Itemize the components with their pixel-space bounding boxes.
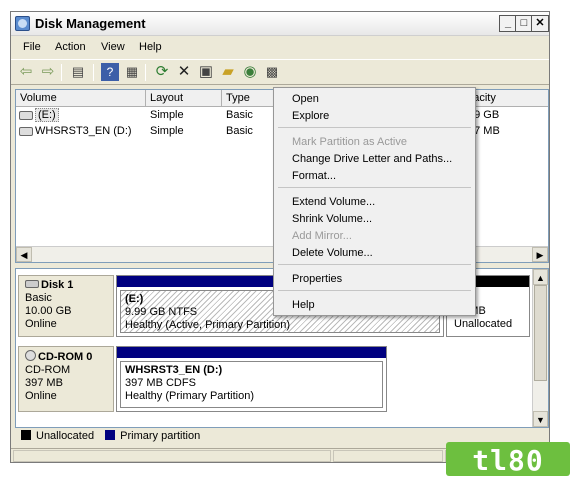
- menu-action[interactable]: Action: [55, 41, 86, 53]
- title-bar[interactable]: Disk Management _ □ ✕: [11, 12, 549, 36]
- partition-d[interactable]: WHSRST3_EN (D:) 397 MB CDFS Healthy (Pri…: [116, 346, 387, 412]
- vertical-scrollbar[interactable]: ▲ ▼: [532, 269, 548, 427]
- menu-help[interactable]: Help: [139, 41, 162, 53]
- partition-size-fs: 397 MB CDFS: [125, 377, 196, 389]
- partition-health: Healthy (Active, Primary Partition): [125, 319, 291, 331]
- open-icon[interactable]: ▰: [219, 63, 237, 81]
- show-hide-tree-icon[interactable]: ▤: [69, 63, 87, 81]
- disk-status: Online: [25, 318, 57, 330]
- toolbar-divider: [145, 64, 146, 81]
- status-panel: [13, 450, 331, 462]
- menu-item-add-mirror: Add Mirror...: [292, 230, 352, 242]
- delete-icon[interactable]: ✕: [175, 63, 193, 81]
- partition-name: WHSRST3_EN (D:): [125, 364, 223, 376]
- partition-body: WHSRST3_EN (D:) 397 MB CDFS Healthy (Pri…: [120, 361, 383, 408]
- menu-file[interactable]: File: [23, 41, 41, 53]
- hard-disk-icon: [25, 280, 39, 288]
- primary-swatch: [105, 430, 116, 440]
- disk-kind: CD-ROM: [25, 364, 71, 376]
- context-menu: Open Explore Mark Partition as Active Ch…: [273, 87, 476, 316]
- disk-size: 397 MB: [25, 377, 63, 389]
- cdrom-0-label[interactable]: CD-ROM 0 CD-ROM 397 MB Online: [18, 346, 114, 412]
- help-icon[interactable]: ?: [101, 63, 119, 81]
- legend-primary: Primary partition: [120, 430, 201, 442]
- disk-management-icon: [15, 16, 30, 31]
- layout-cell: Simple: [150, 109, 184, 121]
- unallocated-swatch: [21, 430, 31, 440]
- disk-size: 10.00 GB: [25, 305, 72, 317]
- menu-divider: [278, 127, 471, 128]
- disk-1-label[interactable]: Disk 1 Basic 10.00 GB Online: [18, 275, 114, 337]
- disk-management-window: Disk Management _ □ ✕ File Action View H…: [10, 11, 550, 463]
- export-icon[interactable]: ▩: [263, 63, 281, 81]
- scrollbar-thumb[interactable]: [534, 285, 547, 381]
- scroll-up-icon[interactable]: ▲: [533, 269, 548, 285]
- menu-item-help[interactable]: Help: [292, 297, 471, 313]
- menu-item-delete-volume[interactable]: Delete Volume...: [292, 245, 471, 261]
- refresh-icon[interactable]: ⟳: [153, 63, 171, 81]
- menu-view[interactable]: View: [101, 41, 125, 53]
- legend-unallocated: Unallocated: [36, 430, 95, 442]
- logo-text: tl80: [472, 444, 544, 477]
- menu-item-mark-active: Mark Partition as Active: [292, 136, 407, 148]
- primary-partition-bar: [117, 347, 386, 358]
- menu-divider: [278, 187, 471, 188]
- partition-health: Unallocated: [454, 318, 513, 330]
- forward-icon[interactable]: ⇨: [39, 63, 57, 81]
- console-icon[interactable]: ▦: [123, 63, 141, 81]
- volume-icon: [19, 126, 33, 136]
- menu-divider: [278, 290, 471, 291]
- window-title: Disk Management: [35, 16, 146, 31]
- disk-status: Online: [25, 390, 57, 402]
- scroll-right-icon[interactable]: ▶: [532, 247, 548, 262]
- toolbar-divider: [61, 64, 62, 81]
- type-cell: Basic: [226, 125, 253, 137]
- scroll-left-icon[interactable]: ◀: [16, 247, 32, 262]
- back-icon[interactable]: ⇦: [17, 63, 35, 81]
- scroll-down-icon[interactable]: ▼: [533, 411, 548, 427]
- menu-item-extend-volume[interactable]: Extend Volume...: [292, 194, 471, 210]
- disk-name: Disk 1: [25, 279, 107, 292]
- status-panel: [333, 450, 443, 462]
- volume-name: (E:): [35, 108, 59, 122]
- volume-name: WHSRST3_EN (D:): [35, 125, 132, 137]
- menu-item-open[interactable]: Open: [292, 91, 471, 107]
- menu-item-explore[interactable]: Explore: [292, 108, 471, 124]
- partition-health: Healthy (Primary Partition): [125, 390, 254, 402]
- volume-icon: [19, 110, 33, 120]
- close-button[interactable]: ✕: [531, 15, 549, 32]
- menu-item-shrink-volume[interactable]: Shrink Volume...: [292, 211, 471, 227]
- layout-cell: Simple: [150, 125, 184, 137]
- column-layout[interactable]: Layout: [146, 90, 222, 107]
- toolbar-divider: [93, 64, 94, 81]
- tl80-logo: tl80: [446, 442, 570, 477]
- type-cell: Basic: [226, 109, 253, 121]
- menu-bar: File Action View Help: [11, 36, 549, 58]
- menu-item-properties[interactable]: Properties: [292, 271, 471, 287]
- column-volume[interactable]: Volume: [16, 90, 146, 107]
- volume-cell: (E:): [19, 108, 59, 122]
- explore-icon[interactable]: ◉: [241, 63, 259, 81]
- disk-kind: Basic: [25, 292, 52, 304]
- toolbar: ⇦ ⇨ ▤ ? ▦ ⟳ ✕ ▣ ▰ ◉ ▩: [11, 59, 549, 85]
- menu-divider: [278, 264, 471, 265]
- menu-item-change-drive-letter[interactable]: Change Drive Letter and Paths...: [292, 151, 471, 167]
- properties-icon[interactable]: ▣: [197, 63, 215, 81]
- volume-cell: WHSRST3_EN (D:): [19, 125, 132, 137]
- cd-rom-icon: [25, 350, 36, 361]
- menu-item-format[interactable]: Format...: [292, 168, 471, 184]
- disk-name: CD-ROM 0: [25, 350, 107, 364]
